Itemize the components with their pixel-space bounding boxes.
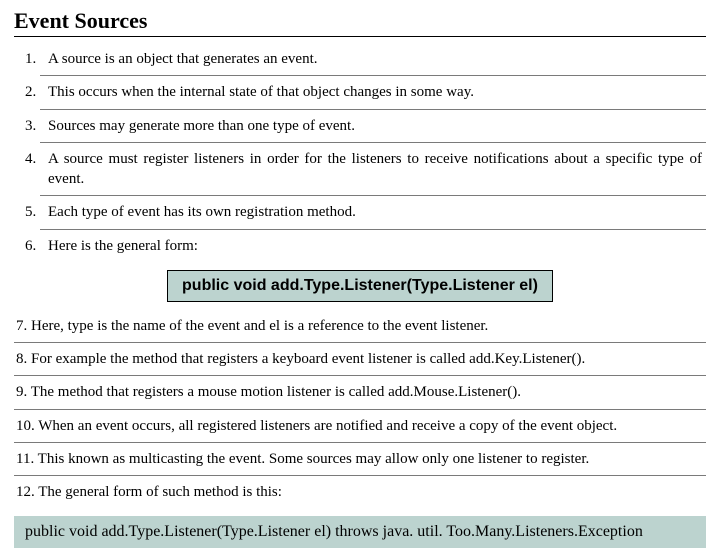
list-item: Sources may generate more than one type … bbox=[40, 110, 706, 143]
ordered-list-top: A source is an object that generates an … bbox=[14, 43, 706, 262]
list-item: 10. When an event occurs, all registered… bbox=[14, 410, 706, 443]
list-item: A source is an object that generates an … bbox=[40, 43, 706, 76]
list-item: Each type of event has its own registrat… bbox=[40, 196, 706, 229]
code-signature-box-wide: public void add.Type.Listener(Type.Liste… bbox=[14, 516, 706, 548]
list-item: A source must register listeners in orde… bbox=[40, 143, 706, 197]
code-signature-box: public void add.Type.Listener(Type.Liste… bbox=[167, 270, 553, 302]
list-item: 11. This known as multicasting the event… bbox=[14, 443, 706, 476]
page-title: Event Sources bbox=[14, 8, 706, 37]
list-item: 9. The method that registers a mouse mot… bbox=[14, 376, 706, 409]
list-item: Here is the general form: bbox=[40, 230, 706, 262]
ordered-list-bottom: 7. Here, type is the name of the event a… bbox=[14, 310, 706, 509]
list-item: 8. For example the method that registers… bbox=[14, 343, 706, 376]
list-item: This occurs when the internal state of t… bbox=[40, 76, 706, 109]
list-item: 7. Here, type is the name of the event a… bbox=[14, 310, 706, 343]
list-item: 12. The general form of such method is t… bbox=[14, 476, 706, 508]
